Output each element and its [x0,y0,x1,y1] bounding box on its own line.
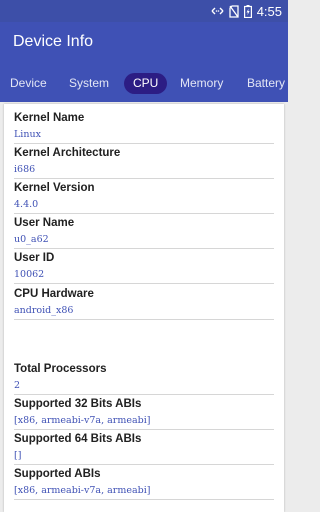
info-row-user-name: User Name u0_a62 [14,216,274,249]
info-label: Total Processors [14,363,107,375]
status-bar: 4:55 [0,0,288,22]
info-value: 10062 [14,269,45,280]
cpu-info-card[interactable]: Kernel Name Linux Kernel Architecture i6… [4,104,284,512]
info-label: User ID [14,252,55,264]
battery-charging-icon [243,4,252,18]
tab-device[interactable]: Device [10,73,47,94]
info-row-supported-32-bit-abis: Supported 32 Bits ABIs [x86, armeabi-v7a… [14,397,274,430]
data-transfer-icon [211,6,224,16]
info-label: User Name [14,217,75,229]
clock: 4:55 [256,3,282,19]
info-row-cpu-hardware: CPU Hardware android_x86 [14,287,274,320]
info-label: Supported 64 Bits ABIs [14,433,142,445]
info-label: Kernel Architecture [14,147,121,159]
info-row-supported-64-bit-abis: Supported 64 Bits ABIs [] [14,432,274,465]
info-label: Kernel Name [14,112,85,124]
info-value: 4.4.0 [14,199,39,210]
info-value: [x86, armeabi-v7a, armeabi] [14,415,151,426]
info-label: Supported ABIs [14,468,101,480]
info-label: Supported 32 Bits ABIs [14,398,142,410]
status-icons: 4:55 [211,3,282,19]
info-row-user-id: User ID 10062 [14,251,274,284]
info-value: 2 [14,380,21,391]
info-value: i686 [14,164,36,175]
info-label: CPU Hardware [14,288,94,300]
info-value: [x86, armeabi-v7a, armeabi] [14,485,151,496]
info-value: android_x86 [14,305,74,316]
info-value: [] [14,450,22,461]
info-row-supported-abis: Supported ABIs [x86, armeabi-v7a, armeab… [14,467,274,500]
no-sim-icon [229,4,239,18]
tab-cpu[interactable]: CPU [124,73,168,94]
app-bar: Device Info [0,22,288,64]
tab-memory[interactable]: Memory [180,73,223,94]
tab-battery[interactable]: Battery [247,73,285,94]
tab-bar: Device System CPU Memory Battery [0,64,288,102]
info-value: Linux [14,129,41,140]
info-row-kernel-name: Kernel Name Linux [14,111,274,144]
app-title: Device Info [13,33,94,50]
info-row-kernel-architecture: Kernel Architecture i686 [14,146,274,179]
tab-system[interactable]: System [69,73,109,94]
info-value: u0_a62 [14,234,49,245]
info-row-kernel-version: Kernel Version 4.4.0 [14,181,274,214]
info-row-total-processors: Total Processors 2 [14,362,274,395]
info-label: Kernel Version [14,182,95,194]
